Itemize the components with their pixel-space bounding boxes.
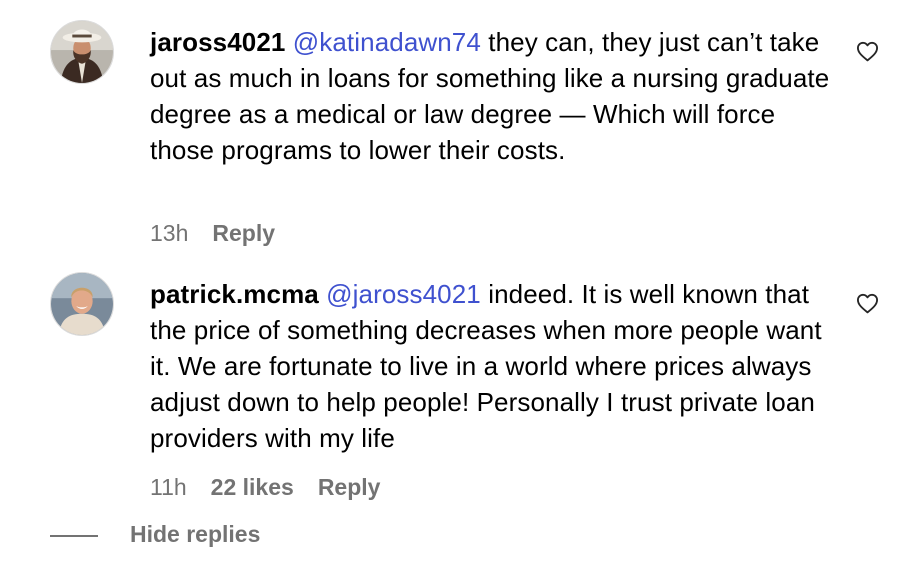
divider-line	[50, 535, 98, 537]
heart-outline-icon	[856, 293, 879, 314]
hide-replies-row[interactable]: Hide replies	[0, 520, 898, 550]
hide-replies-button[interactable]: Hide replies	[130, 521, 260, 548]
reply-button[interactable]: Reply	[212, 220, 275, 247]
user-avatar[interactable]	[50, 272, 114, 336]
comment-body: jaross4021 @katinadawn74 they can, they …	[150, 24, 840, 168]
comment-mention-link[interactable]: @jaross4021	[326, 279, 481, 309]
comment-meta: 13h Reply	[150, 220, 299, 247]
comment-username[interactable]: jaross4021	[150, 27, 285, 57]
cowboy-hat-avatar-icon	[51, 21, 113, 83]
reply-button[interactable]: Reply	[318, 474, 381, 501]
smiling-man-avatar-icon	[51, 273, 113, 335]
comment-meta: 11h 22 likes Reply	[150, 474, 404, 501]
comment-time: 11h	[150, 474, 187, 500]
comment-body: patrick.mcma @jaross4021 indeed. It is w…	[150, 276, 840, 456]
heart-outline-icon	[856, 41, 879, 62]
comment-time: 13h	[150, 220, 189, 246]
comment-mention-link[interactable]: @katinadawn74	[293, 27, 481, 57]
likes-count-button[interactable]: 22 likes	[211, 474, 294, 501]
like-button[interactable]	[855, 291, 880, 316]
user-avatar[interactable]	[50, 20, 114, 84]
like-button[interactable]	[855, 39, 880, 64]
comment-username[interactable]: patrick.mcma	[150, 279, 319, 309]
